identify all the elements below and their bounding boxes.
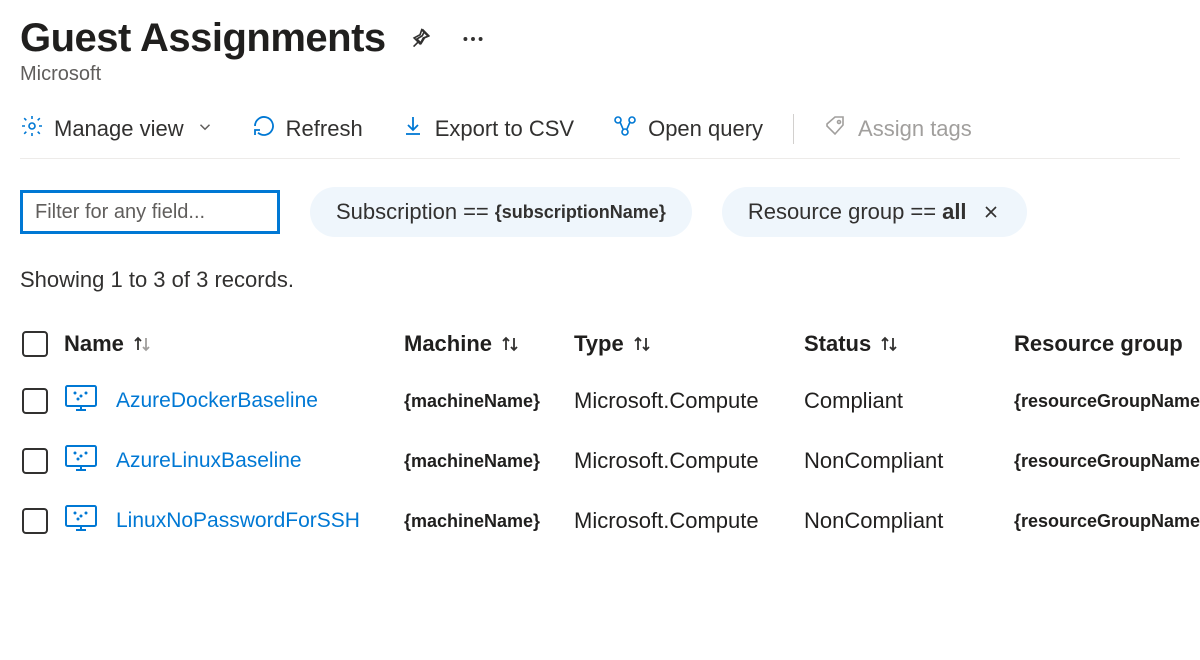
- rg-cell: {resourceGroupName}: [1014, 451, 1200, 472]
- gear-icon: [20, 114, 44, 144]
- tag-icon: [824, 114, 848, 144]
- filter-rg-value: all: [942, 199, 966, 225]
- results-grid: Name Machine Type: [20, 317, 1180, 551]
- rg-cell: {resourceGroupName}: [1014, 511, 1200, 532]
- page-subtitle: Microsoft: [20, 63, 1180, 86]
- filter-pill-subscription[interactable]: Subscription == {subscriptionName}: [310, 187, 692, 237]
- column-rg-label: Resource group: [1014, 331, 1183, 357]
- column-header-machine[interactable]: Machine: [404, 331, 574, 357]
- sort-icon: [498, 333, 522, 355]
- export-csv-label: Export to CSV: [435, 116, 574, 142]
- assign-tags-label: Assign tags: [858, 116, 972, 142]
- status-cell: NonCompliant: [804, 448, 1014, 474]
- filter-subscription-label: Subscription: [336, 199, 457, 225]
- sort-icon: [130, 333, 154, 355]
- filter-rg-op: ==: [910, 199, 936, 225]
- monitor-icon: [64, 444, 98, 479]
- column-header-status[interactable]: Status: [804, 331, 1014, 357]
- filter-input[interactable]: [20, 190, 280, 234]
- column-machine-label: Machine: [404, 331, 492, 357]
- status-cell: Compliant: [804, 388, 1014, 414]
- query-icon: [612, 114, 638, 144]
- rg-cell: {resourceGroupName}: [1014, 391, 1200, 412]
- row-checkbox[interactable]: [22, 448, 48, 474]
- refresh-button[interactable]: Refresh: [252, 114, 363, 144]
- chevron-down-icon: [194, 116, 214, 142]
- assignment-link[interactable]: LinuxNoPasswordForSSH: [116, 509, 360, 533]
- machine-cell: {machineName}: [404, 511, 574, 532]
- records-status: Showing 1 to 3 of 3 records.: [20, 267, 1180, 293]
- row-checkbox[interactable]: [22, 508, 48, 534]
- monitor-icon: [64, 504, 98, 539]
- type-cell: Microsoft.Compute: [574, 448, 804, 474]
- manage-view-label: Manage view: [54, 116, 184, 142]
- grid-header: Name Machine Type: [20, 317, 1180, 371]
- close-icon[interactable]: [981, 202, 1001, 222]
- monitor-icon: [64, 384, 98, 419]
- column-header-resource-group[interactable]: Resource group: [1014, 331, 1200, 357]
- status-cell: NonCompliant: [804, 508, 1014, 534]
- toolbar: Manage view Refresh Export to CSV Open q…: [20, 114, 1180, 159]
- column-type-label: Type: [574, 331, 624, 357]
- refresh-label: Refresh: [286, 116, 363, 142]
- refresh-icon: [252, 114, 276, 144]
- column-header-type[interactable]: Type: [574, 331, 804, 357]
- toolbar-divider: [793, 114, 794, 144]
- export-csv-button[interactable]: Export to CSV: [401, 114, 574, 144]
- page-title: Guest Assignments: [20, 16, 386, 61]
- select-all-checkbox[interactable]: [22, 331, 48, 357]
- assignment-link[interactable]: AzureLinuxBaseline: [116, 449, 302, 473]
- open-query-button[interactable]: Open query: [612, 114, 763, 144]
- open-query-label: Open query: [648, 116, 763, 142]
- assignment-link[interactable]: AzureDockerBaseline: [116, 389, 318, 413]
- sort-icon: [877, 333, 901, 355]
- manage-view-button[interactable]: Manage view: [20, 114, 214, 144]
- table-row: AzureLinuxBaseline {machineName} Microso…: [20, 431, 1180, 491]
- machine-cell: {machineName}: [404, 451, 574, 472]
- machine-cell: {machineName}: [404, 391, 574, 412]
- filter-subscription-value: {subscriptionName}: [495, 202, 666, 223]
- table-row: AzureDockerBaseline {machineName} Micros…: [20, 371, 1180, 431]
- column-header-name[interactable]: Name: [64, 331, 404, 357]
- filter-subscription-op: ==: [463, 199, 489, 225]
- table-row: LinuxNoPasswordForSSH {machineName} Micr…: [20, 491, 1180, 551]
- filter-pill-resource-group[interactable]: Resource group == all: [722, 187, 1027, 237]
- pin-icon[interactable]: [406, 26, 432, 52]
- column-status-label: Status: [804, 331, 871, 357]
- type-cell: Microsoft.Compute: [574, 388, 804, 414]
- assign-tags-button[interactable]: Assign tags: [824, 114, 972, 144]
- filter-row: Subscription == {subscriptionName} Resou…: [20, 187, 1180, 237]
- sort-icon: [630, 333, 654, 355]
- download-icon: [401, 114, 425, 144]
- filter-rg-label: Resource group: [748, 199, 905, 225]
- type-cell: Microsoft.Compute: [574, 508, 804, 534]
- row-checkbox[interactable]: [22, 388, 48, 414]
- column-name-label: Name: [64, 331, 124, 357]
- more-icon[interactable]: [460, 26, 486, 52]
